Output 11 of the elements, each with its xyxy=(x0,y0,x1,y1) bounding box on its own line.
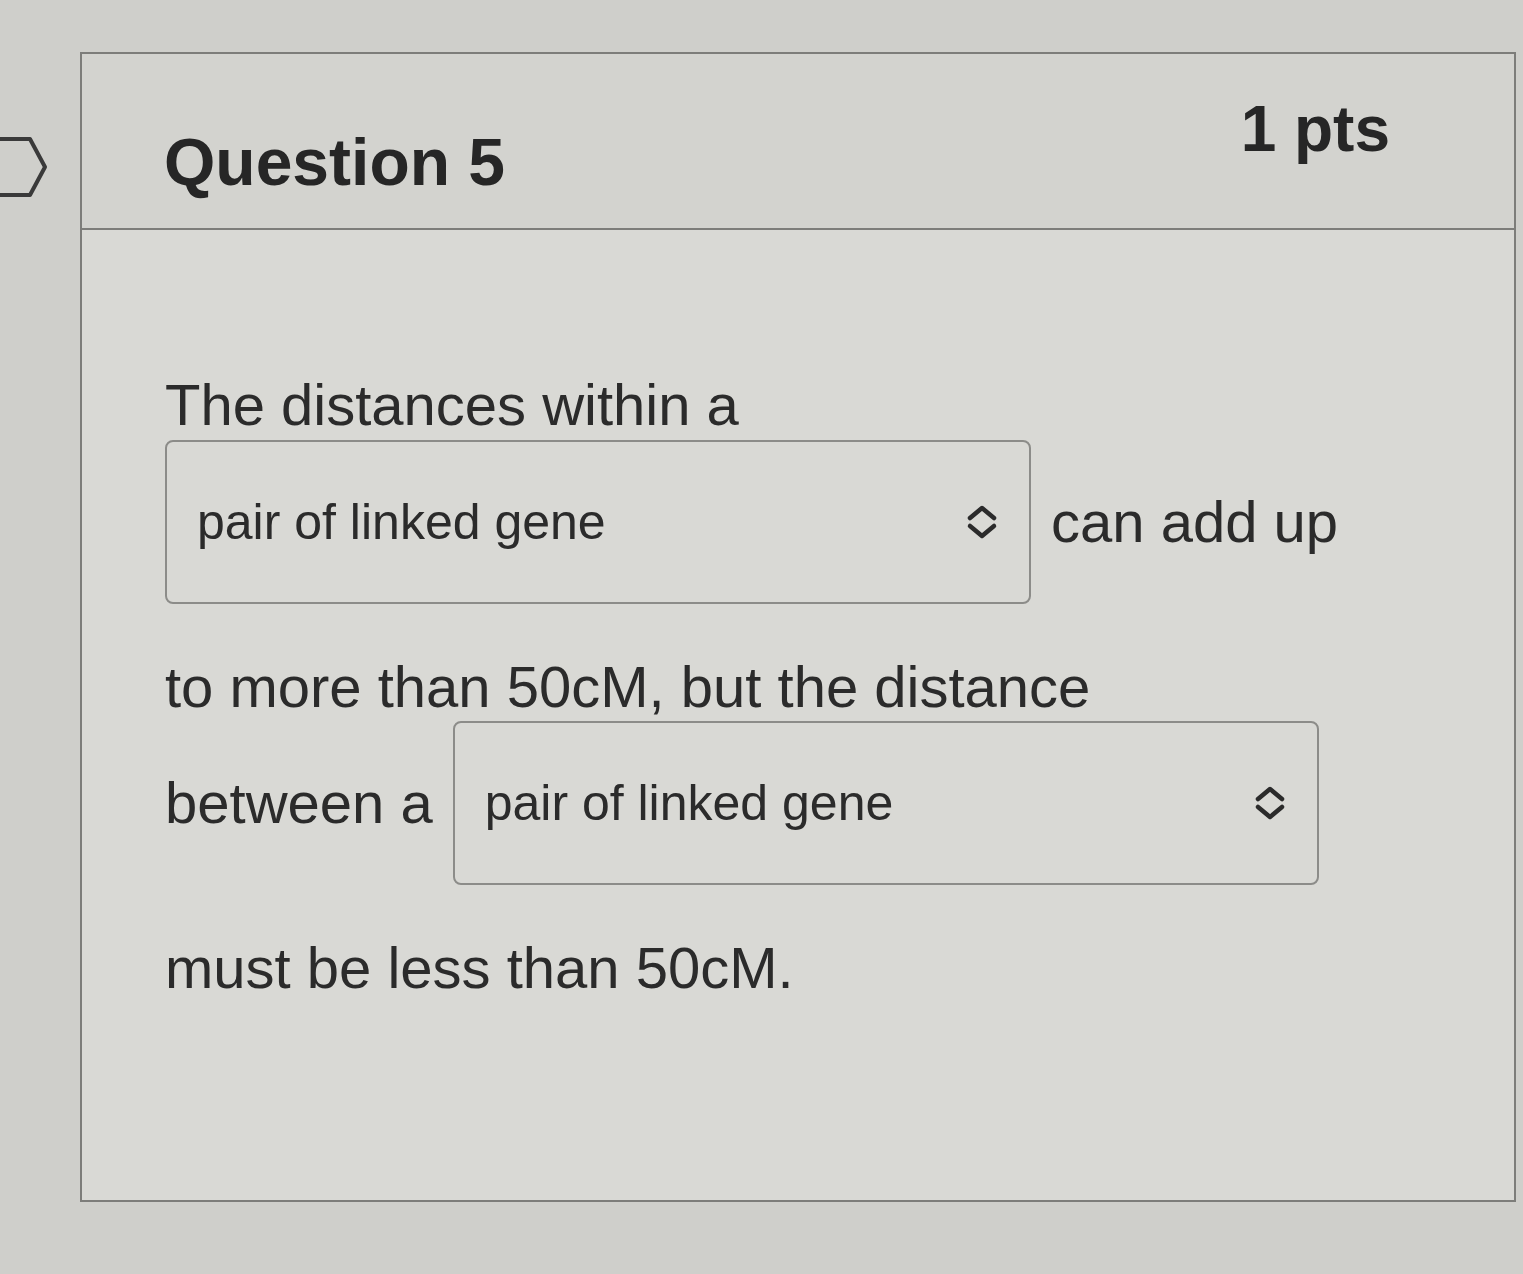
up-down-chevron-icon xyxy=(965,503,999,540)
question-title: Question 5 xyxy=(164,126,506,199)
question-text: The distances within a xyxy=(165,371,739,439)
question-text: can add up xyxy=(1051,487,1339,556)
question-text: must be less than 50cM. xyxy=(165,934,794,1003)
answer-dropdown[interactable]: pair of linked gene xyxy=(452,721,1319,886)
question-text: to more than 50cM, but the distance xyxy=(165,652,1091,721)
answer-dropdown[interactable]: pair of linked gene xyxy=(165,439,1031,604)
points-label: 1 pts xyxy=(1240,94,1390,165)
tag-icon[interactable] xyxy=(0,136,48,198)
question-text: between a xyxy=(165,769,433,838)
